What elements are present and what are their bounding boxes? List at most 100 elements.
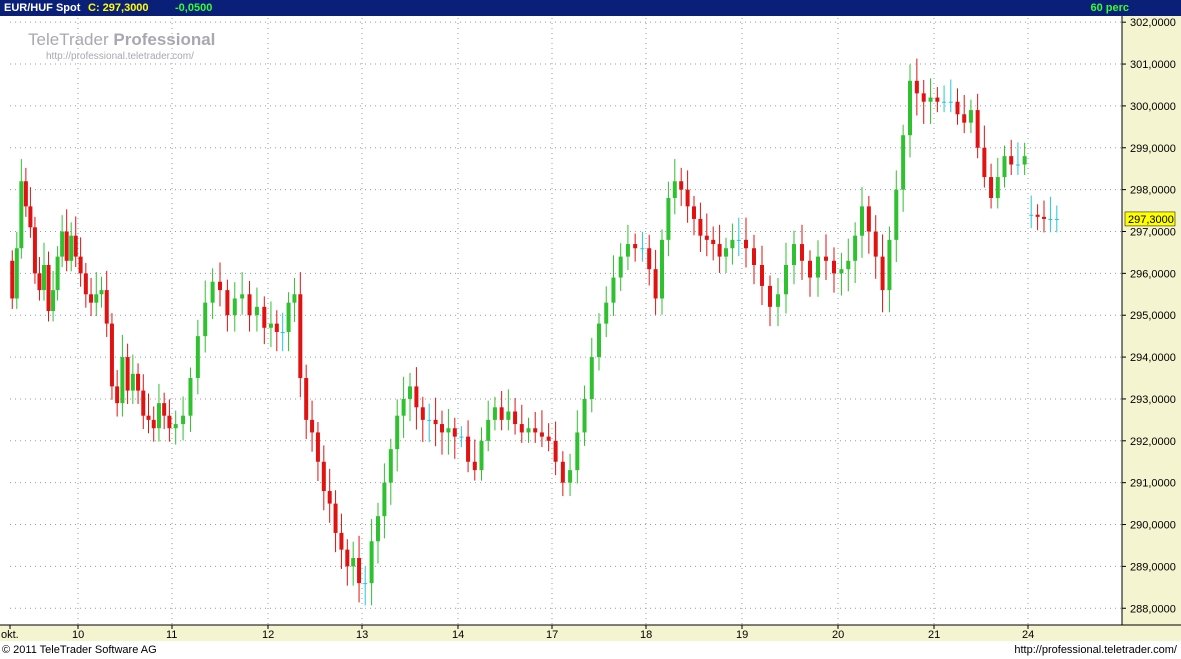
candle-body <box>210 281 215 303</box>
candle-body <box>942 101 947 103</box>
candle-body <box>232 298 237 316</box>
candle-body <box>146 415 151 420</box>
y-tick-label: 289,0000 <box>1130 561 1176 573</box>
candle-body <box>23 181 28 207</box>
candle-body <box>109 323 114 387</box>
candle-body <box>14 248 19 299</box>
candle-body <box>792 244 796 265</box>
candle-body <box>78 256 83 274</box>
watermark-url: http://professional.teletrader.com/ <box>46 51 194 62</box>
candle-body <box>247 294 252 316</box>
candle-body <box>519 424 524 433</box>
candle-body <box>1009 156 1014 165</box>
candle-body <box>69 235 74 261</box>
candle-body <box>156 403 161 429</box>
candle-body <box>672 181 677 199</box>
candle-body <box>1042 216 1046 219</box>
candle-body <box>653 269 658 299</box>
candle-body <box>968 110 973 123</box>
candle-body <box>955 101 960 115</box>
x-tick-label: 12 <box>262 629 274 641</box>
candle-body <box>506 411 511 420</box>
candle-body <box>420 407 425 420</box>
candle-body <box>286 302 291 332</box>
candle-body <box>597 323 601 358</box>
candle-body <box>274 323 279 332</box>
candle-body <box>254 306 259 316</box>
chart-footer: © 2011 TeleTrader Software AG http://pro… <box>0 641 1181 659</box>
candle-body <box>873 231 878 257</box>
candle-body <box>240 294 245 299</box>
x-tick-label: 21 <box>928 629 940 641</box>
candle-body <box>376 516 380 542</box>
candle-body <box>730 239 735 249</box>
candle-body <box>104 290 109 324</box>
candle-body <box>560 461 565 483</box>
y-tick-label: 291,0000 <box>1130 478 1176 490</box>
candle-body <box>167 415 172 429</box>
x-tick-label: 10 <box>72 629 84 641</box>
candle-body <box>382 482 387 517</box>
x-tick-label: 24 <box>1022 629 1034 641</box>
candle-body <box>181 415 186 425</box>
candle-body <box>115 386 120 404</box>
candle-body <box>151 419 156 429</box>
candle-body <box>162 403 167 416</box>
y-tick-label: 292,0000 <box>1130 436 1176 448</box>
candle-body <box>752 248 756 265</box>
y-tick-label: 302,0000 <box>1130 17 1176 29</box>
candle-body <box>908 80 912 136</box>
candle-body <box>846 260 851 270</box>
candle-body <box>589 357 594 399</box>
candle-body <box>452 428 457 437</box>
candle-body <box>800 244 804 261</box>
candle-body <box>824 256 828 261</box>
candlestick-chart[interactable]: 288,0000 289,0000 290,0000 291,0000 292,0000… <box>0 16 1181 641</box>
candle-body <box>887 239 892 291</box>
y-tick-label: 297,0000 <box>1130 226 1176 238</box>
candle-body <box>440 424 444 433</box>
candle-body <box>711 239 716 245</box>
instrument-symbol[interactable]: EUR/HUF Spot <box>4 0 80 16</box>
candle-body <box>914 80 919 94</box>
candle-body <box>466 436 471 462</box>
y-tick-label: 298,0000 <box>1130 185 1176 197</box>
candle-body <box>1029 214 1034 216</box>
price-change: -0,0500 <box>175 2 213 14</box>
candle-body <box>203 302 208 337</box>
candle-body <box>513 411 518 425</box>
last-price-label: 297,3000 <box>1128 214 1174 226</box>
candle-body <box>89 294 94 303</box>
candle-body <box>784 264 788 295</box>
y-tick-label: 294,0000 <box>1130 352 1176 364</box>
candle-body <box>339 532 344 550</box>
candle-body <box>357 558 362 584</box>
brand-bold: Professional <box>113 30 216 49</box>
candle-body <box>724 248 728 257</box>
y-tick-label: 301,0000 <box>1130 59 1176 71</box>
candle-body <box>94 294 99 303</box>
candle-body <box>369 541 374 584</box>
candle-body <box>640 248 645 250</box>
candle-body <box>46 264 51 312</box>
y-tick-label: 288,0000 <box>1130 603 1176 615</box>
candle-body <box>816 256 820 278</box>
candle-body <box>486 419 491 441</box>
candle-body <box>832 260 836 274</box>
footer-link[interactable]: http://professional.teletrader.com/ <box>1014 641 1177 659</box>
candle-body <box>553 440 558 462</box>
candle-body <box>526 428 531 433</box>
candle-body <box>975 110 980 148</box>
candle-body <box>1022 156 1027 165</box>
candle-body <box>492 407 497 420</box>
close-price: C: 297,3000 <box>88 2 149 14</box>
x-tick-label: 13 <box>356 629 368 641</box>
y-tick-label: 296,0000 <box>1130 268 1176 280</box>
candle-body <box>363 583 368 585</box>
candle-body <box>860 206 864 236</box>
candle-body <box>1048 218 1053 220</box>
interval-label[interactable]: 60 perc <box>1090 0 1129 16</box>
candle-body <box>866 206 871 232</box>
candle-body <box>10 260 15 299</box>
x-tick-label: 18 <box>640 629 652 641</box>
